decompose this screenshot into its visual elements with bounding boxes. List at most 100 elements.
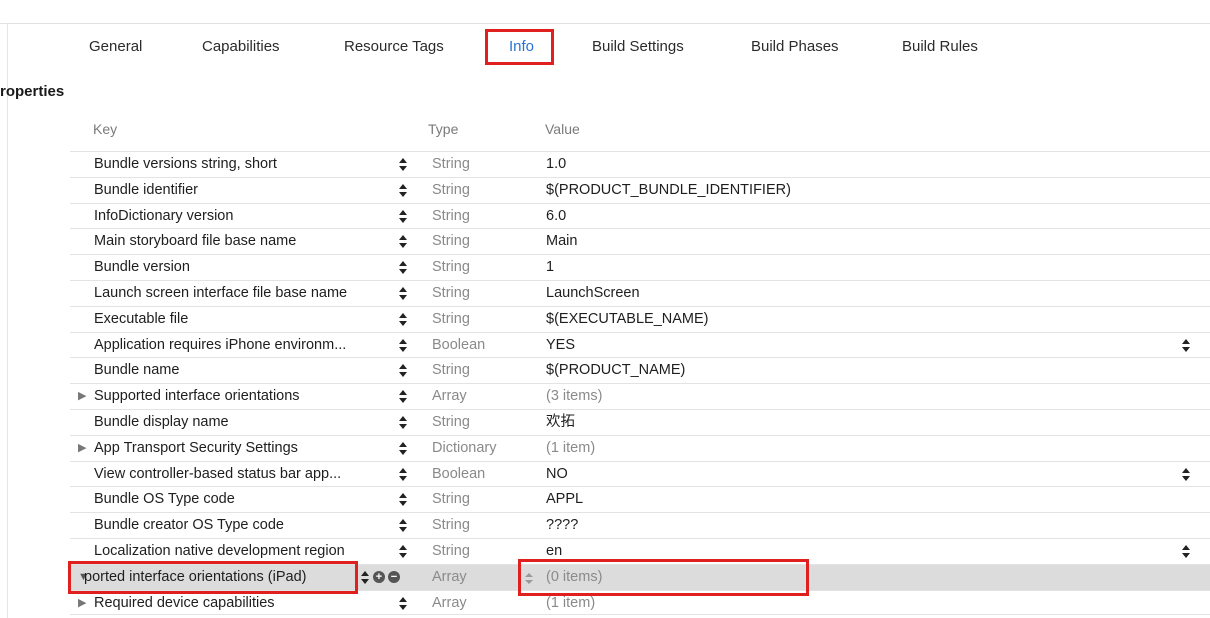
key-stepper-icon[interactable] [399, 156, 407, 173]
table-row[interactable]: InfoDictionary version String 6.0 [70, 202, 1210, 229]
row-key[interactable]: Bundle display name [94, 410, 390, 435]
table-row[interactable]: Bundle version String 1 [70, 254, 1210, 280]
row-key[interactable]: Main storyboard file base name [94, 229, 390, 254]
row-type[interactable]: String [432, 487, 542, 512]
row-type[interactable]: Array [432, 384, 542, 409]
row-value[interactable]: $(PRODUCT_BUNDLE_IDENTIFIER) [546, 178, 1146, 203]
table-row[interactable]: Application requires iPhone environm... … [70, 331, 1210, 358]
value-popup-stepper-icon[interactable] [1182, 466, 1190, 483]
row-key[interactable]: Bundle identifier [94, 178, 390, 203]
row-value[interactable]: $(EXECUTABLE_NAME) [546, 307, 1146, 332]
row-value[interactable]: 1 [546, 255, 1146, 280]
row-value[interactable]: $(PRODUCT_NAME) [546, 358, 1146, 383]
row-type[interactable]: Boolean [432, 333, 542, 358]
row-key[interactable]: Application requires iPhone environm... [94, 333, 390, 358]
table-row[interactable]: ▶ App Transport Security Settings Dictio… [70, 434, 1210, 461]
remove-row-button[interactable]: − [388, 570, 400, 583]
row-type[interactable]: String [432, 358, 542, 383]
row-type[interactable]: String [432, 513, 542, 538]
row-type[interactable]: String [432, 178, 542, 203]
table-row[interactable]: Bundle creator OS Type code String ???? [70, 512, 1210, 538]
table-row[interactable]: Bundle OS Type code String APPL [70, 486, 1210, 512]
row-type[interactable]: String [432, 255, 542, 280]
row-type[interactable]: String [432, 152, 542, 177]
key-stepper-icon[interactable] [399, 259, 407, 276]
row-key[interactable]: View controller-based status bar app... [94, 462, 390, 487]
row-value[interactable]: ???? [546, 513, 1146, 538]
table-row[interactable]: Launch screen interface file base name S… [70, 279, 1210, 306]
table-row[interactable]: View controller-based status bar app... … [70, 460, 1210, 487]
row-value[interactable]: YES [546, 333, 1146, 358]
row-key[interactable]: Bundle versions string, short [94, 152, 390, 177]
row-value[interactable]: 6.0 [546, 204, 1146, 229]
key-stepper-icon[interactable] [399, 491, 407, 508]
properties-table: Bundle versions string, short String 1.0… [70, 151, 1210, 616]
row-type[interactable]: String [432, 281, 542, 306]
disclosure-triangle-icon[interactable]: ▶ [78, 436, 86, 461]
column-header-value[interactable]: Value [545, 121, 580, 137]
row-key[interactable]: Executable file [94, 307, 390, 332]
row-key[interactable]: Bundle creator OS Type code [94, 513, 390, 538]
key-stepper-icon[interactable] [399, 362, 407, 379]
table-row[interactable]: Bundle versions string, short String 1.0 [70, 151, 1210, 177]
row-value[interactable]: (3 items) [546, 384, 1146, 409]
disclosure-triangle-icon[interactable]: ▶ [78, 591, 86, 616]
table-row[interactable]: Executable file String $(EXECUTABLE_NAME… [70, 305, 1210, 332]
row-type[interactable]: String [432, 229, 542, 254]
table-row[interactable]: Bundle name String $(PRODUCT_NAME) [70, 357, 1210, 383]
tab-build-rules[interactable]: Build Rules [902, 32, 978, 62]
value-popup-stepper-icon[interactable] [1182, 337, 1190, 354]
row-value[interactable]: APPL [546, 487, 1146, 512]
key-stepper-icon[interactable] [361, 569, 369, 586]
row-type[interactable]: String [432, 204, 542, 229]
key-stepper-icon[interactable] [399, 517, 407, 534]
tab-general[interactable]: General [89, 32, 142, 62]
key-stepper-icon[interactable] [399, 311, 407, 328]
key-stepper-icon[interactable] [399, 440, 407, 457]
row-key[interactable]: Launch screen interface file base name [94, 281, 390, 306]
key-stepper-icon[interactable] [399, 388, 407, 405]
key-stepper-icon[interactable] [399, 595, 407, 612]
row-value[interactable]: NO [546, 462, 1146, 487]
key-stepper-icon[interactable] [399, 337, 407, 354]
table-row[interactable]: ▶ Supported interface orientations Array… [70, 383, 1210, 409]
row-key[interactable]: Bundle version [94, 255, 390, 280]
row-type[interactable]: Dictionary [432, 436, 542, 461]
key-stepper-icon[interactable] [399, 543, 407, 560]
row-type[interactable]: Boolean [432, 462, 542, 487]
row-value[interactable]: 1.0 [546, 152, 1146, 177]
row-key[interactable]: App Transport Security Settings [94, 436, 390, 461]
row-value[interactable]: (1 item) [546, 436, 1146, 461]
table-row[interactable]: Bundle display name String 欢拓 [70, 408, 1210, 435]
row-value[interactable]: LaunchScreen [546, 281, 1146, 306]
tab-resource-tags[interactable]: Resource Tags [344, 32, 444, 62]
column-header-type[interactable]: Type [428, 121, 458, 137]
tab-capabilities[interactable]: Capabilities [202, 32, 280, 62]
key-stepper-icon[interactable] [399, 182, 407, 199]
left-edge [7, 23, 8, 618]
table-row[interactable]: Bundle identifier String $(PRODUCT_BUNDL… [70, 176, 1210, 203]
key-stepper-icon[interactable] [399, 414, 407, 431]
row-key[interactable]: Supported interface orientations [94, 384, 390, 409]
table-row[interactable]: Main storyboard file base name String Ma… [70, 228, 1210, 254]
value-highlight-box [518, 559, 809, 596]
info-tab-highlight [485, 29, 554, 65]
key-stepper-icon[interactable] [399, 466, 407, 483]
row-value[interactable]: 欢拓 [546, 410, 1146, 435]
disclosure-triangle-icon[interactable]: ▶ [78, 384, 86, 409]
key-stepper-icon[interactable] [399, 285, 407, 302]
row-key[interactable]: Required device capabilities [94, 591, 390, 616]
tab-build-settings[interactable]: Build Settings [592, 32, 684, 62]
tab-build-phases[interactable]: Build Phases [751, 32, 839, 62]
key-stepper-icon[interactable] [399, 233, 407, 250]
column-header-key[interactable]: Key [93, 121, 117, 137]
row-key[interactable]: Bundle name [94, 358, 390, 383]
row-value[interactable]: Main [546, 229, 1146, 254]
value-popup-stepper-icon[interactable] [1182, 543, 1190, 560]
row-key[interactable]: Bundle OS Type code [94, 487, 390, 512]
key-stepper-icon[interactable] [399, 208, 407, 225]
row-key[interactable]: InfoDictionary version [94, 204, 390, 229]
row-type[interactable]: String [432, 410, 542, 435]
add-row-button[interactable]: + [373, 570, 385, 583]
row-type[interactable]: String [432, 307, 542, 332]
